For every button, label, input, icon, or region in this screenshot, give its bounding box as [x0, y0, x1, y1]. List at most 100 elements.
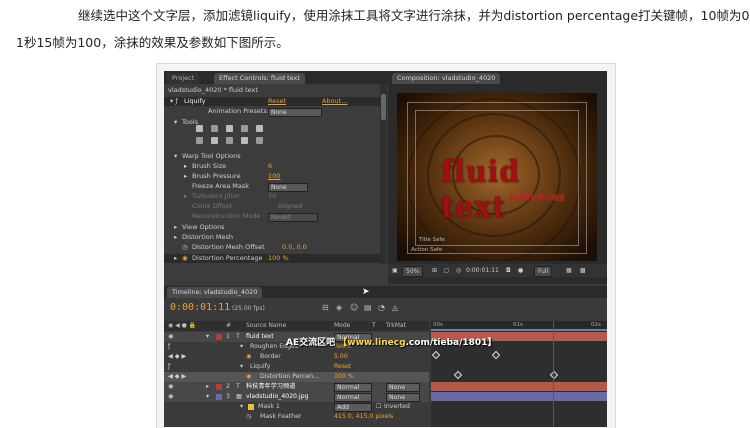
resolution-select[interactable]: Full	[534, 266, 553, 277]
keyframe[interactable]	[491, 350, 501, 360]
channel-icon[interactable]: ●	[518, 266, 523, 275]
bloat-tool-icon[interactable]	[196, 137, 203, 144]
timeline-tab-bar: Timeline: vladstudio_4020	[164, 286, 607, 299]
timeline-property-row[interactable]: ◀ ◆ ▶ ◉ Border 5.00	[164, 352, 429, 362]
stopwatch-icon[interactable]: ◷	[246, 412, 251, 422]
shy-layers-icon[interactable]: ☺	[350, 303, 358, 312]
effect-controls-scrollbar[interactable]	[380, 84, 387, 264]
stopwatch-icon[interactable]: ◷	[182, 243, 188, 252]
stopwatch-icon[interactable]: ◉	[246, 352, 251, 362]
timeline-property-row[interactable]: ◷ Mask Feather 415.0, 415.0 pixels	[164, 412, 429, 422]
trkmat-select[interactable]: None	[386, 393, 420, 402]
reflection-tool-icon[interactable]	[226, 137, 233, 144]
clone-tool-icon[interactable]	[241, 137, 248, 144]
ec-clone-offset: Clone Offset Aligned	[192, 202, 303, 210]
current-time-indicator[interactable]	[553, 321, 554, 427]
layer-mode-select[interactable]: Normal	[334, 393, 372, 402]
reconstruction-tool-icon[interactable]	[256, 137, 263, 144]
chevron-right-icon: ▸	[174, 223, 178, 231]
keyframe[interactable]	[453, 370, 463, 380]
draft-3d-icon[interactable]: ◈	[336, 303, 342, 312]
panel-tab-bar: Project Effect Controls: fluid text Comp…	[164, 71, 607, 84]
comp-main-text: fluid text	[441, 155, 521, 225]
timeline-effect-row[interactable]: ƒ ▾ Liquify Reset	[164, 362, 429, 372]
mesh-offset-value[interactable]: 0.0, 0.0	[282, 243, 307, 252]
timeline-property-row[interactable]: ◀ ◆ ▶ ◉ Distortion Percen... 100 %	[164, 372, 429, 382]
mouse-cursor-icon: ➤	[362, 287, 370, 297]
graph-editor-icon[interactable]: ◬	[392, 303, 398, 312]
ec-brush-pressure: ▸ Brush Pressure 100	[184, 172, 281, 181]
tab-effect-controls[interactable]: Effect Controls: fluid text	[214, 73, 305, 84]
ec-distortion-mesh[interactable]: ▸ Distortion Mesh	[164, 233, 380, 242]
about-link[interactable]: About...	[322, 97, 347, 106]
col-source-name[interactable]: Source Name	[246, 322, 286, 329]
tab-composition[interactable]: Composition: vladstudio_4020	[392, 73, 501, 84]
mask-view-icon[interactable]: ◻	[444, 266, 449, 275]
twirl-cw-tool-icon[interactable]	[226, 125, 233, 132]
presets-select[interactable]: None	[268, 108, 322, 117]
layer-duration-bar[interactable]	[431, 392, 607, 401]
mask-mode-select[interactable]: Add	[334, 403, 372, 412]
distortion-percentage-value[interactable]: 100 %	[268, 254, 289, 263]
timeline-current-time[interactable]: 0:00:01:11	[170, 302, 230, 313]
always-preview-icon[interactable]: ▣	[392, 266, 398, 275]
ec-distortion-percentage[interactable]: ▸ ◉ Distortion Percentage 100 %	[164, 254, 380, 263]
property-value[interactable]: 415.0, 415.0 pixels	[334, 412, 393, 422]
time-ruler[interactable]: 00s 01s 02s	[431, 321, 607, 331]
timeline-layer-row[interactable]: ◉ ▸ 2 T 科技青年学习频道 Normal None	[164, 382, 429, 392]
pucker-tool-icon[interactable]	[256, 125, 263, 132]
zoom-select[interactable]: 50%	[402, 266, 424, 277]
chevron-right-icon: ▸	[184, 172, 188, 180]
liquify-tools	[196, 125, 266, 147]
turbulence-tool-icon[interactable]	[211, 125, 218, 132]
intro-line-2: 1秒15帧为100，涂抹的效果及参数如下图所示。	[16, 35, 289, 50]
ec-freeze-mask: Freeze Area Mask None	[164, 182, 380, 192]
grid-icon[interactable]: ⊞	[432, 266, 437, 275]
keyframe[interactable]	[549, 370, 559, 380]
snapshot-icon[interactable]: ◘	[506, 266, 511, 275]
action-safe-label: Action Safe	[411, 247, 443, 253]
col-mode[interactable]: Mode	[334, 322, 350, 329]
warp-tool-icon[interactable]	[196, 125, 203, 132]
ec-warp-options[interactable]: ▾ Warp Tool Options	[164, 152, 380, 161]
timecode-display[interactable]: 0:00:01:11	[466, 266, 499, 275]
reset-link[interactable]: Reset	[268, 97, 286, 106]
ec-effect-liquify[interactable]: ▾ ƒ Liquify Reset About...	[164, 97, 380, 106]
motion-blur-icon[interactable]: ◔	[378, 303, 385, 312]
stopwatch-icon[interactable]: ◉	[246, 372, 251, 382]
after-effects-window: Project Effect Controls: fluid text Comp…	[164, 71, 607, 427]
brush-size-value[interactable]: 6	[268, 162, 272, 171]
composition-viewer[interactable]: fluid text 科技青年学习频道 Title Safe Action Sa…	[397, 93, 597, 261]
work-area-bar[interactable]	[431, 329, 607, 331]
region-icon[interactable]: ▦	[566, 266, 572, 275]
layer-name[interactable]: vladstudio_4020.jpg	[246, 392, 309, 402]
layer-duration-bar[interactable]	[431, 382, 607, 391]
camera-icon[interactable]: ◎	[456, 266, 461, 275]
chevron-right-icon: ▸	[174, 254, 178, 262]
layer-name[interactable]: 科技青年学习频道	[246, 382, 296, 392]
layer-name[interactable]: fluid text	[246, 332, 274, 342]
property-value[interactable]: 5.00	[334, 352, 348, 362]
freeze-mask-select[interactable]: None	[268, 183, 308, 192]
layer-mode-select[interactable]: Normal	[334, 383, 372, 392]
comp-sub-text: 科技青年学习频道	[509, 194, 565, 202]
property-value[interactable]: 100 %	[334, 372, 354, 382]
reset-link[interactable]: Reset	[334, 362, 351, 372]
effect-controls-panel: vladstudio_4020 * fluid text ▾ ƒ Liquify…	[164, 84, 388, 284]
timeline-layer-row[interactable]: ◉ ▾ 3 ▦ vladstudio_4020.jpg Normal None	[164, 392, 429, 402]
ec-view-options[interactable]: ▸ View Options	[164, 223, 380, 232]
twirl-ccw-tool-icon[interactable]	[241, 125, 248, 132]
comp-mini-flowchart-icon[interactable]: ⊟	[322, 303, 329, 312]
inverted-checkbox[interactable]: ☐	[376, 402, 382, 412]
shift-pixels-tool-icon[interactable]	[211, 137, 218, 144]
transparency-grid-icon[interactable]: ▩	[580, 266, 586, 275]
trkmat-select[interactable]: None	[386, 383, 420, 392]
frame-blending-icon[interactable]: ▤	[364, 303, 372, 312]
stopwatch-icon[interactable]: ◉	[182, 254, 188, 263]
brush-pressure-value[interactable]: 100	[268, 172, 280, 181]
keyframe[interactable]	[431, 350, 441, 360]
timeline-mask-row[interactable]: ▾ Mask 1 Add ☐ Inverted	[164, 402, 429, 412]
ec-path: vladstudio_4020 * fluid text	[168, 86, 258, 94]
tab-project[interactable]: Project	[167, 73, 200, 84]
col-trkmat[interactable]: TrkMat	[386, 322, 406, 329]
